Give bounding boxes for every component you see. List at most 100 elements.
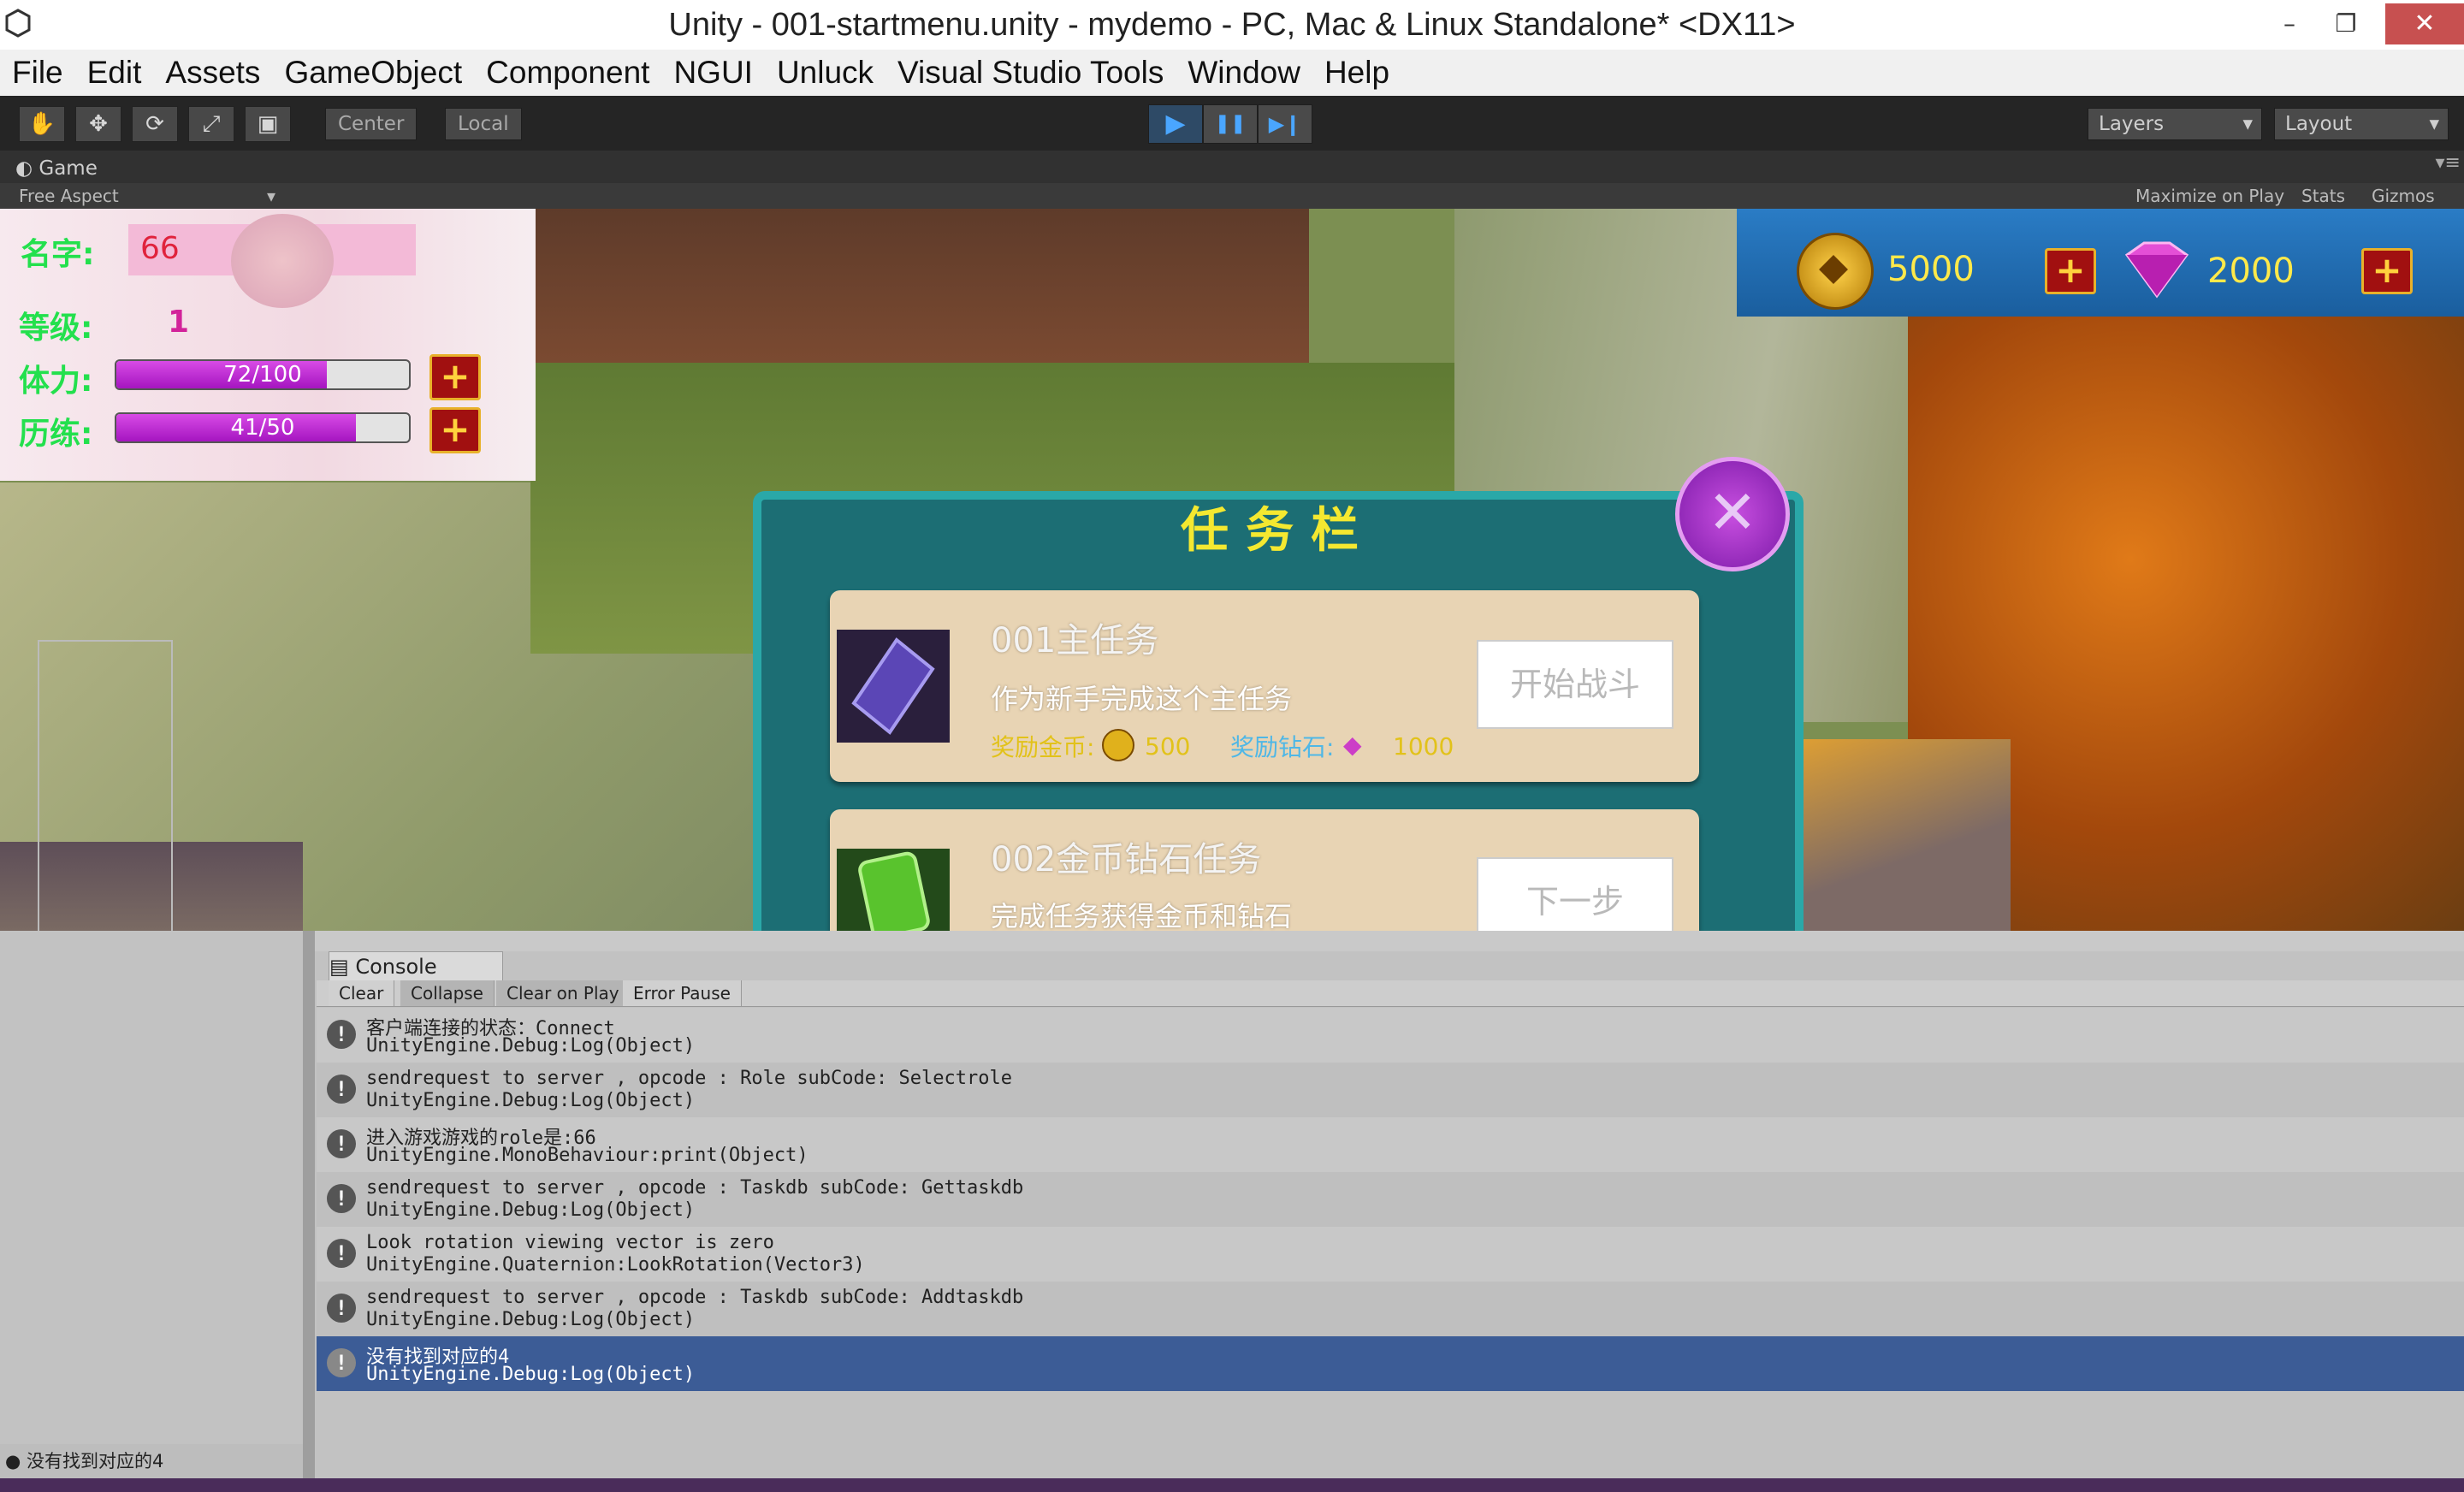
quest-desc: 完成任务获得金币和钻石 <box>991 900 1293 931</box>
quest-item-icon <box>837 849 950 931</box>
pause-icon: ❚❚ <box>1214 113 1247 134</box>
coins-value: 5000 <box>1887 250 1975 289</box>
hand-icon: ✋ <box>27 111 56 137</box>
menu-file[interactable]: File <box>0 50 75 96</box>
name-value: 66 <box>140 231 180 266</box>
quest-title: 任务栏 <box>1181 503 1376 559</box>
gold-coin-icon <box>1102 729 1134 761</box>
pivot-local-toggle[interactable]: Local <box>445 108 522 140</box>
pause-button[interactable]: ❚❚ <box>1203 104 1258 144</box>
console-error-pause-toggle[interactable]: Error Pause <box>623 980 742 1006</box>
menu-window[interactable]: Window <box>1176 50 1312 96</box>
menu-bar: File Edit Assets GameObject Component NGUI Unl… <box>0 50 2464 96</box>
console-icon: ▤ <box>329 955 356 979</box>
pivot-center-toggle[interactable]: Center <box>325 108 418 140</box>
rect-tool-button[interactable]: ▣ <box>245 106 291 142</box>
close-icon: ✕ <box>1707 477 1758 548</box>
log-entry[interactable]: ! sendrequest to server , opcode : Taskdb… <box>317 1282 2464 1336</box>
close-button[interactable]: ✕ <box>2385 3 2464 44</box>
log-entry[interactable]: ! sendrequest to server , opcode : Taskdb… <box>317 1172 2464 1227</box>
log-message: sendrequest to server , opcode : Taskdb … <box>366 1287 1024 1308</box>
info-icon: ! <box>327 1075 356 1104</box>
log-message: Look rotation viewing vector is zero <box>366 1232 774 1253</box>
minimize-button[interactable]: – <box>2266 3 2313 44</box>
reward-diamond-value: 1000 <box>1393 732 1454 761</box>
os-taskbar <box>0 1478 2464 1492</box>
info-icon: ! <box>327 1020 356 1049</box>
reward-gold-label: 奖励金币: <box>991 733 1095 761</box>
add-exp-button[interactable]: + <box>429 407 481 453</box>
aspect-dropdown[interactable]: Free Aspect ▾ <box>19 183 275 209</box>
exp-label: 历练: <box>19 417 93 452</box>
console-top-strip <box>315 931 2464 951</box>
quest-name: 002金币钻石任务 <box>991 840 1262 879</box>
diamond-icon <box>2118 240 2195 299</box>
menu-unluck[interactable]: Unluck <box>765 50 886 96</box>
tab-game[interactable]: ◐ Game <box>15 154 98 183</box>
diamonds-value: 2000 <box>2207 252 2295 291</box>
info-icon: ! <box>327 1348 356 1377</box>
diamond-icon: ◆ <box>1343 731 1362 759</box>
layers-dropdown[interactable]: Layers ▾ <box>2088 108 2262 140</box>
console-panel: ▤ Console Clear Collapse Clear on Play E… <box>303 931 2464 1483</box>
pivot-local-label: Local <box>458 113 509 135</box>
log-stacktrace: UnityEngine.MonoBehaviour:print(Object) <box>366 1145 808 1166</box>
scale-tool-button[interactable]: ⤢ <box>188 106 234 142</box>
add-diamonds-button[interactable]: + <box>2361 248 2413 294</box>
console-clear-button[interactable]: Clear <box>329 980 395 1006</box>
menu-gameobject[interactable]: GameObject <box>272 50 474 96</box>
stamina-label: 体力: <box>19 364 93 399</box>
move-icon: ✥ <box>89 111 108 137</box>
menu-component[interactable]: Component <box>474 50 661 96</box>
next-step-button[interactable]: 下一步 <box>1477 857 1673 931</box>
name-label: 名字: <box>21 237 95 272</box>
layout-dropdown[interactable]: Layout ▾ <box>2274 108 2449 140</box>
add-stamina-button[interactable]: + <box>429 354 481 400</box>
start-battle-button[interactable]: 开始战斗 <box>1477 640 1673 729</box>
log-entry[interactable]: ! 进入游戏游戏的role是:66 UnityEngine.MonoBehaviou… <box>317 1117 2464 1172</box>
tab-menu-icon[interactable]: ▾≡ <box>2436 152 2461 174</box>
console-clear-on-play-toggle[interactable]: Clear on Play <box>496 980 631 1006</box>
log-stacktrace: UnityEngine.Debug:Log(Object) <box>366 1090 696 1111</box>
play-button[interactable]: ▶ <box>1148 104 1203 144</box>
info-icon: ! <box>327 1129 356 1158</box>
quest-close-button[interactable]: ✕ <box>1675 457 1790 571</box>
selection-gizmo <box>38 640 173 931</box>
log-entry[interactable]: ! 客户端连接的状态：Connect UnityEngine.Debug:Log(O… <box>317 1008 2464 1063</box>
building-wall <box>530 209 1309 363</box>
menu-assets[interactable]: Assets <box>153 50 272 96</box>
move-tool-button[interactable]: ✥ <box>75 106 121 142</box>
exp-bar: 41/50 <box>115 412 411 443</box>
status-bar[interactable]: ● 没有找到对应的4 <box>0 1444 303 1478</box>
log-entry[interactable]: ! sendrequest to server , opcode : Role s… <box>317 1063 2464 1117</box>
add-coins-button[interactable]: + <box>2045 248 2096 294</box>
maximize-on-play-toggle[interactable]: Maximize on Play <box>2135 183 2284 209</box>
game-options-bar: Free Aspect ▾ Maximize on Play Stats Gizm… <box>0 183 2464 209</box>
console-collapse-toggle[interactable]: Collapse <box>400 980 495 1006</box>
stats-toggle[interactable]: Stats <box>2301 183 2345 209</box>
rotate-icon: ⟳ <box>145 111 164 137</box>
menu-edit[interactable]: Edit <box>75 50 154 96</box>
log-entry-selected[interactable]: ! 没有找到对应的4 UnityEngine.Debug:Log(Object) <box>317 1336 2464 1391</box>
menu-ngui[interactable]: NGUI <box>661 50 765 96</box>
game-tab-label: Game <box>38 157 98 180</box>
step-button[interactable]: ▶❙ <box>1258 104 1312 144</box>
tab-console[interactable]: ▤ Console <box>329 951 503 982</box>
pivot-center-label: Center <box>338 113 405 135</box>
gizmos-dropdown[interactable]: Gizmos <box>2372 183 2435 209</box>
layout-label: Layout <box>2285 113 2353 135</box>
menu-visual-studio-tools[interactable]: Visual Studio Tools <box>886 50 1176 96</box>
stamina-bar: 72/100 <box>115 359 411 390</box>
log-message: sendrequest to server , opcode : Taskdb … <box>366 1177 1024 1199</box>
log-stacktrace: UnityEngine.Debug:Log(Object) <box>366 1199 696 1221</box>
step-icon: ▶❙ <box>1268 112 1302 136</box>
hand-tool-button[interactable]: ✋ <box>19 106 65 142</box>
maximize-button[interactable]: ❐ <box>2322 3 2370 44</box>
aspect-label: Free Aspect <box>19 186 119 206</box>
log-entry[interactable]: ! Look rotation viewing vector is zero Uni… <box>317 1227 2464 1282</box>
menu-help[interactable]: Help <box>1312 50 1401 96</box>
rotate-tool-button[interactable]: ⟳ <box>132 106 178 142</box>
panel-divider[interactable] <box>303 931 315 1483</box>
chevron-down-icon: ▾ <box>2429 113 2439 135</box>
chevron-down-icon: ▾ <box>267 186 276 206</box>
